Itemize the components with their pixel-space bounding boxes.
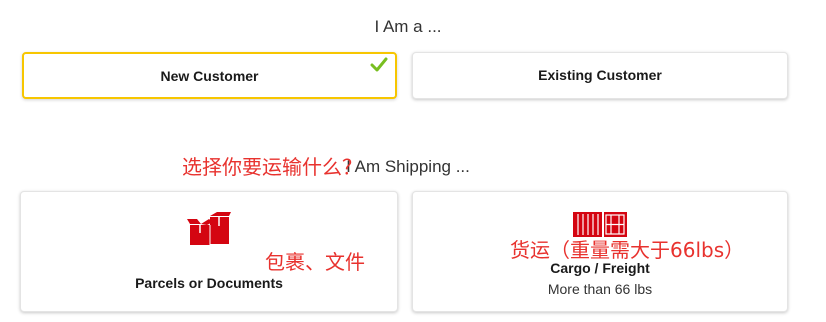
- new-customer-option[interactable]: New Customer: [22, 52, 397, 99]
- annotation-shipping-question: 选择你要运输什么？: [182, 155, 362, 179]
- shipping-container-icon: [573, 212, 627, 237]
- checkmark-icon: [370, 57, 388, 72]
- cargo-weight-note: More than 66 lbs: [547, 281, 653, 297]
- shipping-type-heading: I Am Shipping ...: [346, 157, 470, 176]
- parcels-icon: [187, 212, 231, 245]
- parcels-documents-label: Parcels or Documents: [135, 275, 283, 291]
- annotation-cargo-note: 货运（重量需大于66lbs）: [510, 238, 745, 262]
- new-customer-label: New Customer: [160, 68, 259, 84]
- existing-customer-label: Existing Customer: [538, 67, 662, 83]
- existing-customer-option[interactable]: Existing Customer: [412, 52, 788, 99]
- annotation-parcels-note: 包裹、文件: [265, 250, 365, 274]
- cargo-freight-label: Cargo / Freight: [550, 260, 650, 276]
- customer-type-heading: I Am a ...: [374, 17, 442, 36]
